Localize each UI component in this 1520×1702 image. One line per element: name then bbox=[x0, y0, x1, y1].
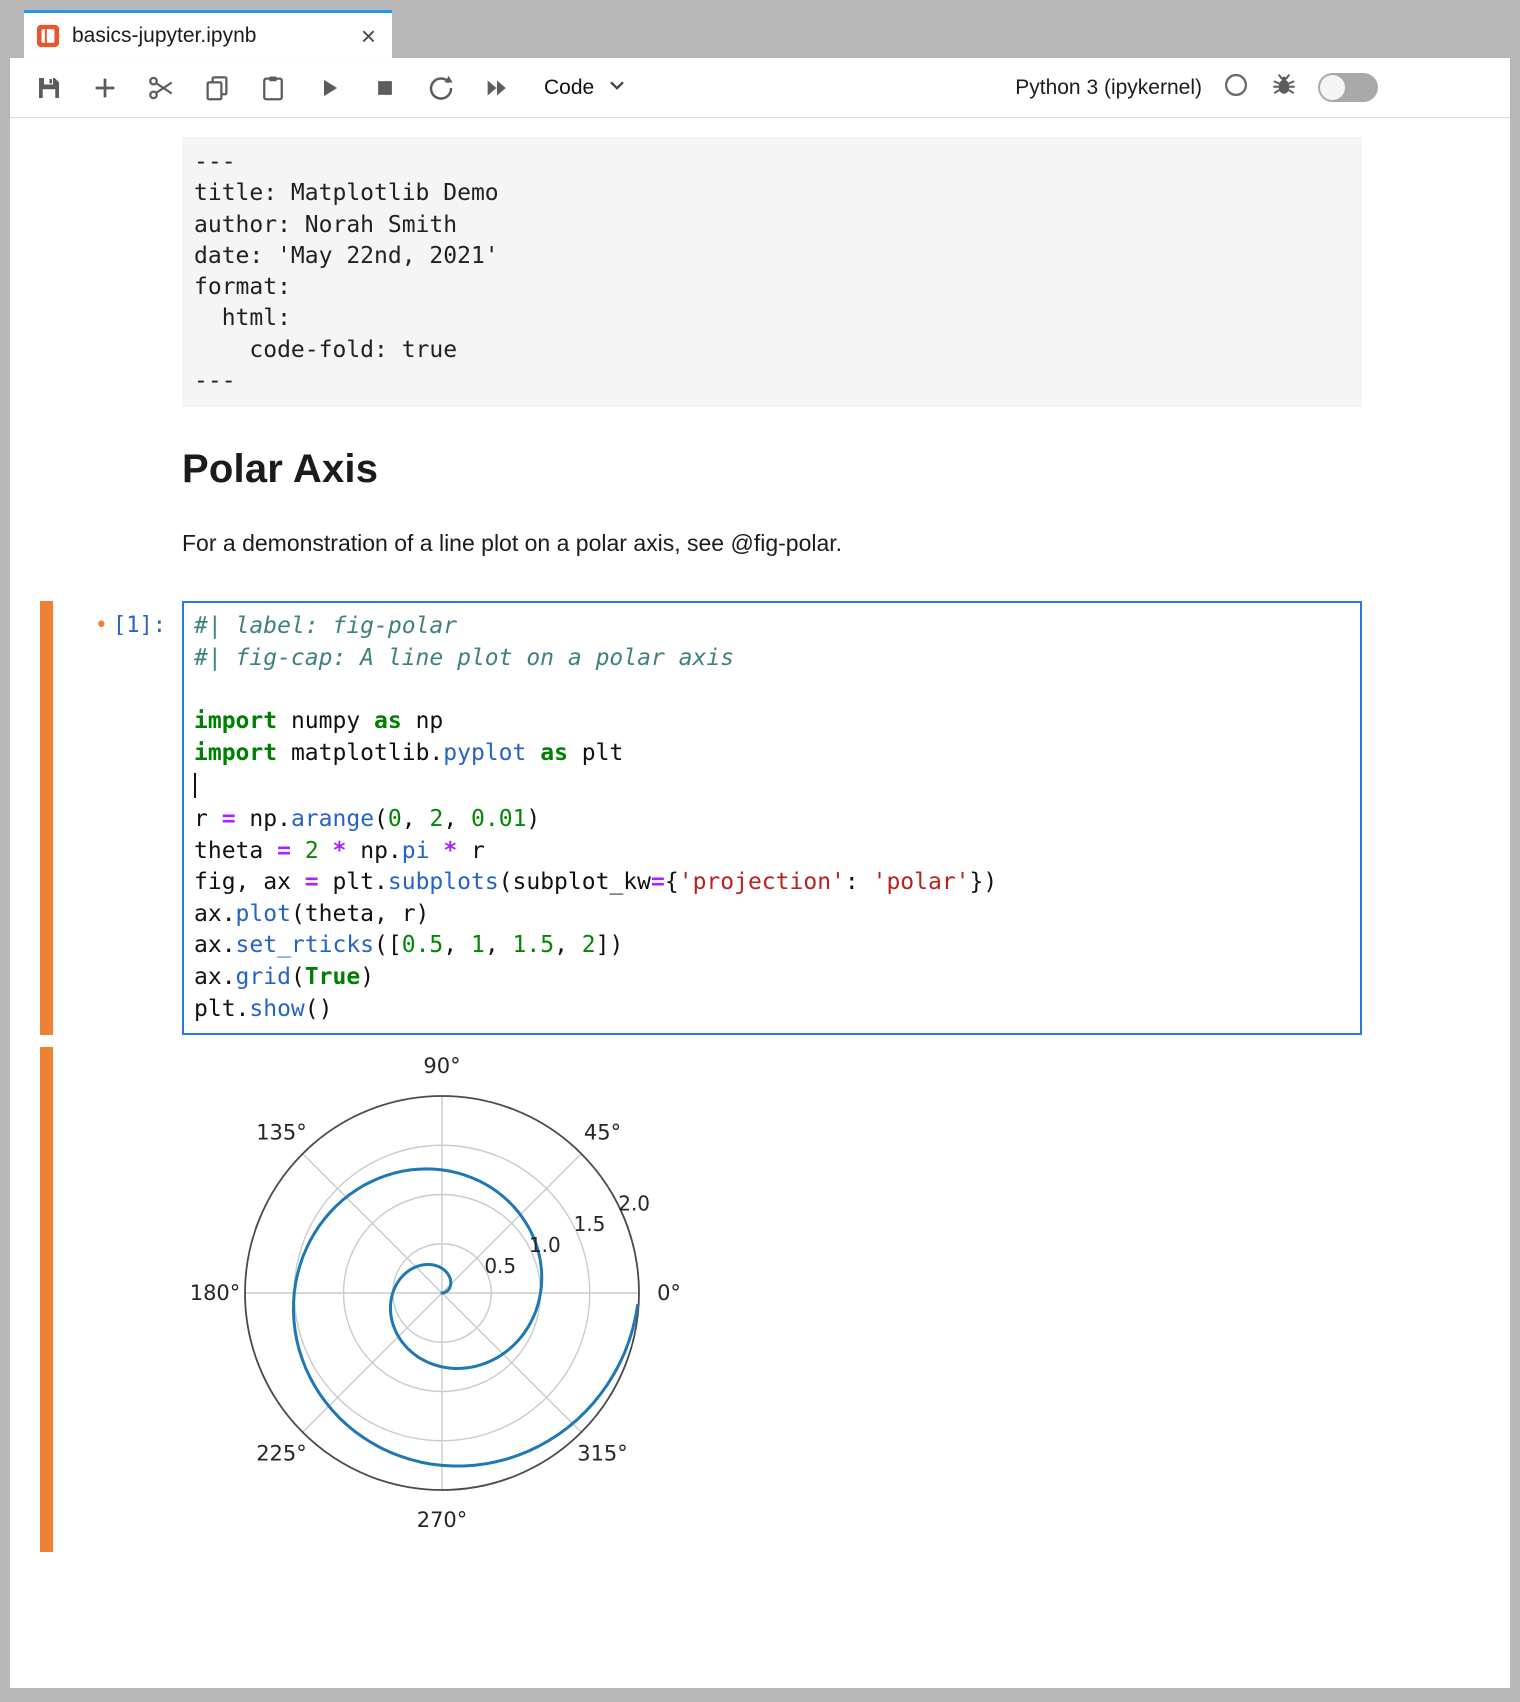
raw-cell-prompt bbox=[53, 137, 182, 407]
plus-icon bbox=[90, 73, 120, 103]
output-area: 0° 45° 90° 135° 180° 225° 270° 315° 0.5 1.0 1.5 2.0 bbox=[40, 1047, 1362, 1552]
tab-title: basics-jupyter.ipynb bbox=[72, 24, 351, 48]
paste-icon bbox=[258, 73, 288, 103]
tab-basics-jupyter[interactable]: basics-jupyter.ipynb × bbox=[24, 10, 392, 58]
restart-run-all-button[interactable] bbox=[480, 71, 514, 105]
notebook-file-icon bbox=[34, 22, 62, 50]
code-line: plt.show() bbox=[194, 994, 1350, 1026]
insert-cell-button[interactable] bbox=[88, 71, 122, 105]
svg-text:315°: 315° bbox=[577, 1442, 628, 1466]
toolbar-button-group bbox=[32, 71, 514, 105]
input-collapser[interactable] bbox=[40, 601, 53, 1035]
restart-kernel-button[interactable] bbox=[424, 71, 458, 105]
cell-type-value: Code bbox=[544, 76, 594, 100]
svg-text:1.5: 1.5 bbox=[574, 1212, 606, 1236]
code-line: import numpy as np bbox=[194, 706, 1350, 738]
copy-icon bbox=[202, 73, 232, 103]
polar-plot-output: 0° 45° 90° 135° 180° 225° 270° 315° 0.5 1.0 1.5 2.0 bbox=[182, 1047, 842, 1552]
markdown-cell-prompt bbox=[53, 407, 182, 557]
jupyter-window: basics-jupyter.ipynb × Code Python 3 (ip… bbox=[10, 10, 1510, 1688]
svg-text:2.0: 2.0 bbox=[618, 1191, 650, 1215]
svg-text:0.5: 0.5 bbox=[484, 1254, 516, 1278]
notebook-content: --- title: Matplotlib Demo author: Norah… bbox=[10, 118, 1510, 1688]
section-paragraph: For a demonstration of a line plot on a … bbox=[182, 530, 1362, 557]
notebook-toolbar: Code Python 3 (ipykernel) bbox=[10, 58, 1510, 118]
kernel-area: Python 3 (ipykernel) bbox=[1015, 71, 1510, 104]
fast-forward-icon bbox=[482, 73, 512, 103]
toggle-knob bbox=[1320, 75, 1345, 100]
stop-icon bbox=[370, 73, 400, 103]
svg-text:45°: 45° bbox=[584, 1121, 621, 1145]
text-cursor bbox=[194, 773, 196, 798]
chevron-down-icon bbox=[604, 72, 630, 104]
code-line: import matplotlib.pyplot as plt bbox=[194, 738, 1350, 770]
code-line: ax.plot(theta, r) bbox=[194, 899, 1350, 931]
code-line: r = np.arange(0, 2, 0.01) bbox=[194, 804, 1350, 836]
markdown-cell-collapser bbox=[40, 407, 53, 557]
code-line bbox=[194, 675, 1350, 707]
scissors-icon bbox=[146, 73, 176, 103]
tab-bar: basics-jupyter.ipynb × bbox=[10, 10, 1510, 58]
svg-text:0°: 0° bbox=[657, 1281, 681, 1305]
svg-text:1.0: 1.0 bbox=[529, 1233, 561, 1257]
kernel-status-icon bbox=[1222, 71, 1250, 104]
restart-icon bbox=[426, 73, 456, 103]
code-line bbox=[194, 769, 1350, 804]
yaml-frontmatter[interactable]: --- title: Matplotlib Demo author: Norah… bbox=[182, 137, 1362, 407]
code-line: theta = 2 * np.pi * r bbox=[194, 836, 1350, 868]
raw-cell: --- title: Matplotlib Demo author: Norah… bbox=[40, 137, 1362, 407]
svg-text:270°: 270° bbox=[417, 1508, 468, 1532]
run-cell-button[interactable] bbox=[312, 71, 346, 105]
modified-dot: • bbox=[95, 613, 108, 638]
code-line: ax.set_rticks([0.5, 1, 1.5, 2]) bbox=[194, 930, 1350, 962]
code-line: fig, ax = plt.subplots(subplot_kw={'proj… bbox=[194, 867, 1350, 899]
svg-text:180°: 180° bbox=[190, 1281, 241, 1305]
close-icon[interactable]: × bbox=[361, 23, 376, 49]
paste-cell-button[interactable] bbox=[256, 71, 290, 105]
bug-icon[interactable] bbox=[1270, 71, 1298, 104]
raw-cell-collapser bbox=[40, 137, 53, 407]
debugger-toggle[interactable] bbox=[1318, 73, 1378, 102]
run-icon bbox=[314, 73, 344, 103]
code-line: ax.grid(True) bbox=[194, 962, 1350, 994]
output-prompt bbox=[53, 1047, 182, 1552]
code-editor[interactable]: #| label: fig-polar#| fig-cap: A line pl… bbox=[182, 601, 1362, 1035]
output-collapser[interactable] bbox=[40, 1047, 53, 1552]
cut-cell-button[interactable] bbox=[144, 71, 178, 105]
save-icon bbox=[34, 73, 64, 103]
execution-count: [1]: bbox=[113, 613, 166, 638]
code-line: #| label: fig-polar bbox=[194, 611, 1350, 643]
interrupt-kernel-button[interactable] bbox=[368, 71, 402, 105]
execution-prompt: •[1]: bbox=[53, 601, 182, 1035]
svg-text:225°: 225° bbox=[256, 1442, 307, 1466]
svg-text:135°: 135° bbox=[256, 1121, 307, 1145]
copy-cell-button[interactable] bbox=[200, 71, 234, 105]
markdown-cell[interactable]: Polar Axis For a demonstration of a line… bbox=[40, 407, 1362, 557]
svg-text:90°: 90° bbox=[423, 1054, 460, 1078]
section-heading: Polar Axis bbox=[182, 447, 1362, 492]
cell-type-dropdown[interactable]: Code bbox=[544, 72, 630, 104]
code-line: #| fig-cap: A line plot on a polar axis bbox=[194, 643, 1350, 675]
save-button[interactable] bbox=[32, 71, 66, 105]
kernel-name[interactable]: Python 3 (ipykernel) bbox=[1015, 76, 1202, 100]
code-cell: •[1]: #| label: fig-polar#| fig-cap: A l… bbox=[40, 601, 1362, 1035]
